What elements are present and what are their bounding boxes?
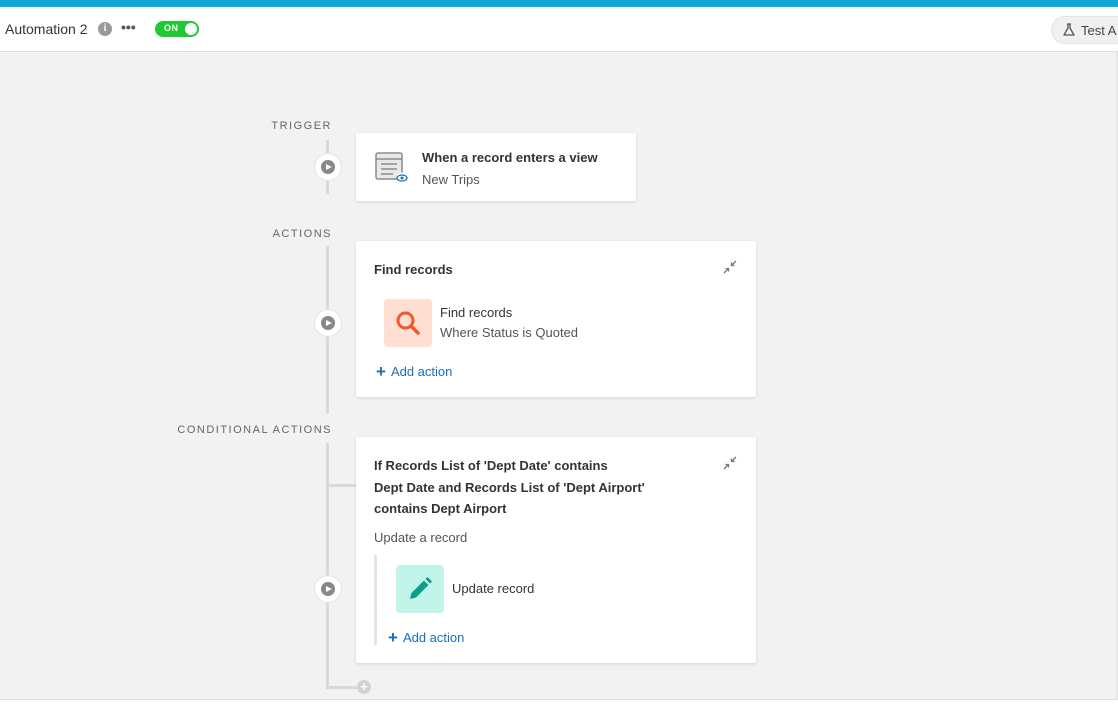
- group-indent-line: [374, 555, 377, 645]
- trigger-test-node[interactable]: [315, 154, 341, 180]
- search-icon: [396, 311, 420, 335]
- condition-line: contains Dept Airport: [374, 501, 507, 516]
- actions-test-node[interactable]: [315, 310, 341, 336]
- add-action-label: Add action: [390, 364, 453, 379]
- trigger-title: When a record enters a view: [422, 150, 598, 165]
- flask-icon: [1063, 23, 1075, 36]
- pencil-icon: [410, 577, 432, 599]
- toggle-knob: [185, 23, 197, 35]
- add-step-icon[interactable]: +: [357, 680, 371, 694]
- flow-line-end: [326, 686, 358, 689]
- add-action-label: Add action: [402, 630, 465, 645]
- conditional-section-label: CONDITIONAL ACTIONS: [177, 424, 332, 436]
- add-action-button[interactable]: + Add action: [376, 361, 452, 381]
- conditional-test-node[interactable]: [315, 576, 341, 602]
- automation-title[interactable]: Automation 2: [5, 21, 88, 37]
- table-view-icon: [375, 152, 408, 184]
- header-bar: Automation 2 i ••• ON Test A: [0, 7, 1118, 52]
- find-records-step-subtitle: Where Status is Quoted: [440, 325, 579, 340]
- update-record-step-title: Update record: [452, 581, 535, 596]
- top-accent-bar: [0, 0, 1118, 7]
- automation-on-toggle[interactable]: ON: [155, 21, 199, 37]
- play-icon: [321, 582, 335, 596]
- play-icon: [321, 316, 335, 330]
- update-record-icon-tile: [396, 565, 444, 613]
- toggle-label: ON: [164, 23, 179, 33]
- find-records-step-title: Find records: [440, 305, 513, 320]
- flow-line-branch: [326, 484, 356, 487]
- collapse-icon[interactable]: [723, 456, 737, 470]
- actions-section-label: ACTIONS: [272, 228, 332, 240]
- more-options-icon[interactable]: •••: [121, 19, 136, 35]
- test-automation-button[interactable]: Test A: [1051, 16, 1118, 44]
- plus-icon: +: [376, 362, 386, 381]
- test-button-label: Test A: [1081, 23, 1117, 38]
- find-records-icon-tile: [384, 299, 432, 347]
- info-icon[interactable]: i: [98, 22, 112, 36]
- group-label: Update a record: [374, 530, 468, 545]
- trigger-section-label: TRIGGER: [271, 120, 332, 132]
- trigger-card[interactable]: When a record enters a view New Trips: [356, 133, 636, 201]
- collapse-icon[interactable]: [723, 260, 737, 274]
- condition-line: Dept Date and Records List of 'Dept Airp…: [374, 480, 645, 495]
- actions-card: Find records Find records Where Status i…: [356, 241, 756, 397]
- trigger-subtitle: New Trips: [422, 172, 480, 187]
- plus-icon: +: [388, 628, 398, 647]
- add-action-button[interactable]: + Add action: [388, 627, 464, 647]
- conditional-card: If Records List of 'Dept Date' contains …: [356, 437, 756, 663]
- play-icon: [321, 160, 335, 174]
- actions-card-title: Find records: [374, 262, 453, 277]
- condition-line: If Records List of 'Dept Date' contains: [374, 458, 608, 473]
- flow-line-conditional: [326, 443, 329, 689]
